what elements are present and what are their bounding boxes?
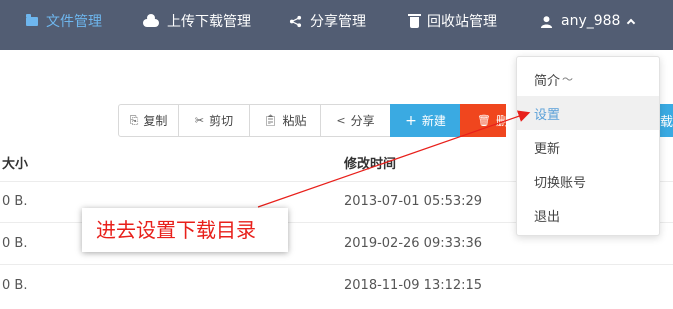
menu-item-settings[interactable]: 设置	[517, 96, 659, 130]
cloud-icon	[143, 14, 159, 27]
copy-label: 复制	[143, 114, 168, 128]
download-label-partial: 载	[659, 115, 673, 130]
menu-item-label: 更新	[534, 141, 561, 157]
nav-label: 分享管理	[310, 14, 366, 30]
nav-recycle-bin[interactable]: 回收站管理	[408, 0, 497, 42]
annotation-text: 进去设置下载目录	[96, 218, 256, 242]
cell-modified: 2013-07-01 05:53:29	[344, 194, 483, 209]
user-dropdown-menu: 简介 〜 设置 更新 切换账号 退出	[516, 56, 660, 236]
clipboard-icon: 📋︎	[263, 114, 278, 127]
menu-item-logout[interactable]: 退出	[517, 198, 659, 232]
paste-label: 粘贴	[282, 114, 307, 128]
top-navbar: 文件管理 上传下载管理 分享管理 回收站管理 any_988	[0, 0, 673, 50]
menu-item-label: 设置	[534, 107, 561, 123]
chevron-up-icon	[627, 18, 636, 28]
file-toolbar: ⎘ 复制 ✂ 剪切 📋︎ 粘贴 < 分享 + 新建 🗑︎ 删	[118, 104, 508, 137]
cut-label: 剪切	[209, 114, 234, 128]
menu-item-profile[interactable]: 简介 〜	[517, 62, 659, 96]
cell-modified: 2018-11-09 13:12:15	[344, 278, 483, 293]
cut-button[interactable]: ✂ 剪切	[178, 104, 250, 137]
new-label: 新建	[421, 114, 446, 128]
cell-size: 0 B.	[2, 194, 28, 209]
share-button[interactable]: < 分享	[320, 104, 391, 137]
user-menu-toggle[interactable]: any_988	[540, 0, 636, 42]
share-icon	[289, 15, 302, 27]
new-button[interactable]: + 新建	[390, 104, 461, 137]
copy-button[interactable]: ⎘ 复制	[118, 104, 179, 137]
column-header-modified[interactable]: 修改时间	[344, 153, 396, 172]
menu-item-update[interactable]: 更新	[517, 130, 659, 164]
nav-file-manager[interactable]: 文件管理	[26, 0, 102, 42]
nav-label: 文件管理	[46, 14, 102, 30]
column-header-size[interactable]: 大小	[2, 153, 28, 172]
trash-icon: 🗑︎	[477, 114, 491, 127]
cell-size: 0 B.	[2, 236, 28, 251]
row-divider	[0, 264, 673, 265]
trash-icon	[408, 13, 421, 28]
delete-button[interactable]: 🗑︎ 删	[460, 104, 508, 137]
folder-icon	[26, 13, 38, 26]
cell-modified: 2019-02-26 09:33:36	[344, 236, 483, 251]
scissors-icon: ✂	[194, 114, 205, 127]
menu-item-label: 退出	[534, 209, 561, 225]
username: any_988	[561, 13, 621, 29]
menu-item-suffix: 〜	[562, 73, 574, 86]
user-icon	[540, 15, 553, 28]
menu-item-switch-account[interactable]: 切换账号	[517, 164, 659, 198]
nav-label: 上传下载管理	[167, 14, 251, 30]
plus-icon: +	[405, 112, 417, 129]
menu-item-label: 切换账号	[534, 175, 587, 191]
nav-label: 回收站管理	[427, 14, 497, 30]
share-icon: <	[336, 114, 346, 127]
cell-size: 0 B.	[2, 278, 28, 293]
copy-icon: ⎘	[129, 113, 139, 127]
nav-share-manager[interactable]: 分享管理	[289, 0, 366, 42]
share-label: 分享	[350, 114, 375, 128]
menu-item-label: 简介	[534, 73, 561, 89]
paste-button[interactable]: 📋︎ 粘贴	[249, 104, 321, 137]
delete-label: 删	[495, 114, 508, 128]
nav-upload-download[interactable]: 上传下载管理	[143, 0, 251, 42]
